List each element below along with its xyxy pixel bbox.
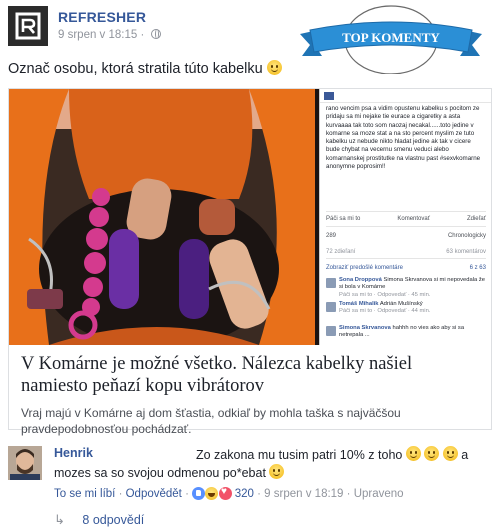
link-card[interactable]: rano vencim psa a vidim opustenu kabelku… bbox=[8, 88, 492, 436]
facebook-post-screenshot: rano vencim psa a vidim opustenu kabelku… bbox=[319, 89, 491, 345]
screenshot-post-text: rano vencim psa a vidim opustenu kabelku… bbox=[326, 105, 481, 171]
screenshot-reaction-count: 289 bbox=[326, 233, 337, 239]
grinning-emoji-icon bbox=[424, 446, 440, 461]
screenshot-comment-meta: Páči sa mi to · Odpovedať · 45 min. bbox=[339, 291, 431, 298]
comment-text-line1: Zo zakona mu tusim patri 10% z toho a bbox=[196, 446, 492, 462]
grinning-emoji-icon bbox=[442, 446, 458, 461]
screenshot-avatar bbox=[324, 92, 334, 100]
screenshot-comment-avatar bbox=[326, 278, 336, 288]
comment-actions: To se mi líbí · Odpovědět · 320 · 9 srpe… bbox=[54, 486, 404, 500]
screenshot-previous-count: 6 z 63 bbox=[469, 265, 486, 271]
comment: Henrik Zo zakona mu tusim patri 10% z to… bbox=[8, 442, 492, 504]
love-reaction-icon bbox=[218, 486, 232, 500]
grinning-emoji-icon bbox=[269, 464, 285, 479]
screenshot-header bbox=[320, 89, 491, 103]
avatar[interactable] bbox=[8, 446, 42, 480]
card-description: Vraj majú v Komárne aj dom šťastia, odki… bbox=[21, 406, 401, 436]
grinning-emoji-icon bbox=[266, 60, 282, 75]
screenshot-actions: Páči sa mi to Komentovať Zdieľať bbox=[326, 211, 486, 227]
screenshot-comment-avatar bbox=[326, 302, 336, 312]
post-text-content: Označ osobu, ktorá stratila túto kabelku bbox=[8, 61, 263, 77]
post-date[interactable]: 9 srpen v 18:15 bbox=[58, 29, 137, 41]
meta-separator: · bbox=[140, 29, 145, 41]
screenshot-comment: Simona Skrvanova hahhh no vies ako aby s… bbox=[326, 325, 486, 340]
reactions[interactable]: 320 bbox=[192, 486, 257, 500]
reply-link[interactable]: Odpovědět bbox=[126, 488, 182, 500]
screenshot-comment-name: Sona Droppová bbox=[339, 277, 382, 283]
separator: · bbox=[346, 488, 351, 500]
comment-date[interactable]: 9 srpen v 18:19 bbox=[264, 488, 343, 500]
screenshot-reactions: 289 Chronologicky bbox=[326, 233, 486, 239]
screenshot-comment: Sona Droppová Simona Skrvanova si mi nep… bbox=[326, 277, 486, 299]
separator: · bbox=[257, 488, 261, 500]
screenshot-comment-meta: Páči sa mi to · Odpovedať · 44 min. bbox=[339, 308, 431, 315]
replies-link[interactable]: ↳ 8 odpovědí bbox=[54, 512, 144, 528]
card-body[interactable]: V Komárne je možné všetko. Nálezca kabel… bbox=[9, 345, 491, 436]
card-image[interactable]: rano vencim psa a vidim opustenu kabelku… bbox=[9, 89, 491, 345]
separator: · bbox=[118, 488, 123, 500]
like-reaction-icon bbox=[192, 487, 206, 500]
banner-label: TOP KOMENTY bbox=[342, 30, 440, 45]
replies-label: 8 odpovědí bbox=[82, 513, 145, 527]
screenshot-previous-label: Zobraziť predošlé komentáre bbox=[326, 265, 403, 271]
page-name[interactable]: REFRESHER bbox=[58, 9, 146, 25]
globe-icon bbox=[150, 29, 161, 39]
screenshot-comment: Tomáš Mihalik Adrián Mušínský Páči sa mi… bbox=[326, 301, 486, 316]
screenshot-comment-name: Tomáš Mihalik bbox=[339, 301, 379, 307]
comment-text-content: mozes sa so svojou odmenou po*ebat bbox=[54, 466, 266, 480]
comment-text-tail: a bbox=[461, 448, 469, 462]
screenshot-counts: 72 zdieľaní 63 komentárov bbox=[326, 249, 486, 259]
comment-text-content: Zo zakona mu tusim patri 10% z toho bbox=[196, 448, 403, 462]
like-link[interactable]: To se mi líbí bbox=[54, 488, 115, 500]
post-meta: 9 srpen v 18:15 · bbox=[58, 29, 161, 41]
screenshot-like: Páči sa mi to bbox=[326, 216, 361, 222]
screenshot-previous-comments: Zobraziť predošlé komentáre 6 z 63 bbox=[326, 265, 486, 271]
screenshot-sort: Chronologicky bbox=[447, 233, 486, 239]
bag-photo-image bbox=[9, 89, 315, 345]
screenshot-comment-name: Simona Skrvanova bbox=[339, 325, 391, 331]
comment-author[interactable]: Henrik bbox=[54, 446, 93, 460]
comment-text-line2: mozes sa so svojou odmenou po*ebat bbox=[54, 464, 285, 480]
post-text: Označ osobu, ktorá stratila túto kabelku bbox=[8, 60, 282, 77]
haha-reaction-icon bbox=[205, 487, 219, 500]
reaction-count: 320 bbox=[234, 488, 254, 500]
screenshot-comment: Komentovať bbox=[397, 216, 430, 222]
screenshot-comments-count: 63 komentárov bbox=[446, 249, 486, 255]
reply-arrow-icon: ↳ bbox=[54, 512, 65, 527]
screenshot-comment-avatar bbox=[326, 326, 336, 336]
top-komenty-banner: TOP KOMENTY bbox=[296, 4, 486, 75]
edited-label[interactable]: Upraveno bbox=[354, 488, 404, 500]
screenshot-shares: 72 zdieľaní bbox=[326, 249, 356, 255]
screenshot-comment-text: Adrián Mušínský bbox=[379, 301, 423, 307]
refresher-logo-icon[interactable] bbox=[8, 6, 48, 46]
screenshot-share: Zdieľať bbox=[466, 216, 486, 222]
separator: · bbox=[185, 488, 189, 500]
grinning-emoji-icon bbox=[405, 446, 421, 461]
card-title[interactable]: V Komárne je možné všetko. Nálezca kabel… bbox=[21, 353, 481, 397]
